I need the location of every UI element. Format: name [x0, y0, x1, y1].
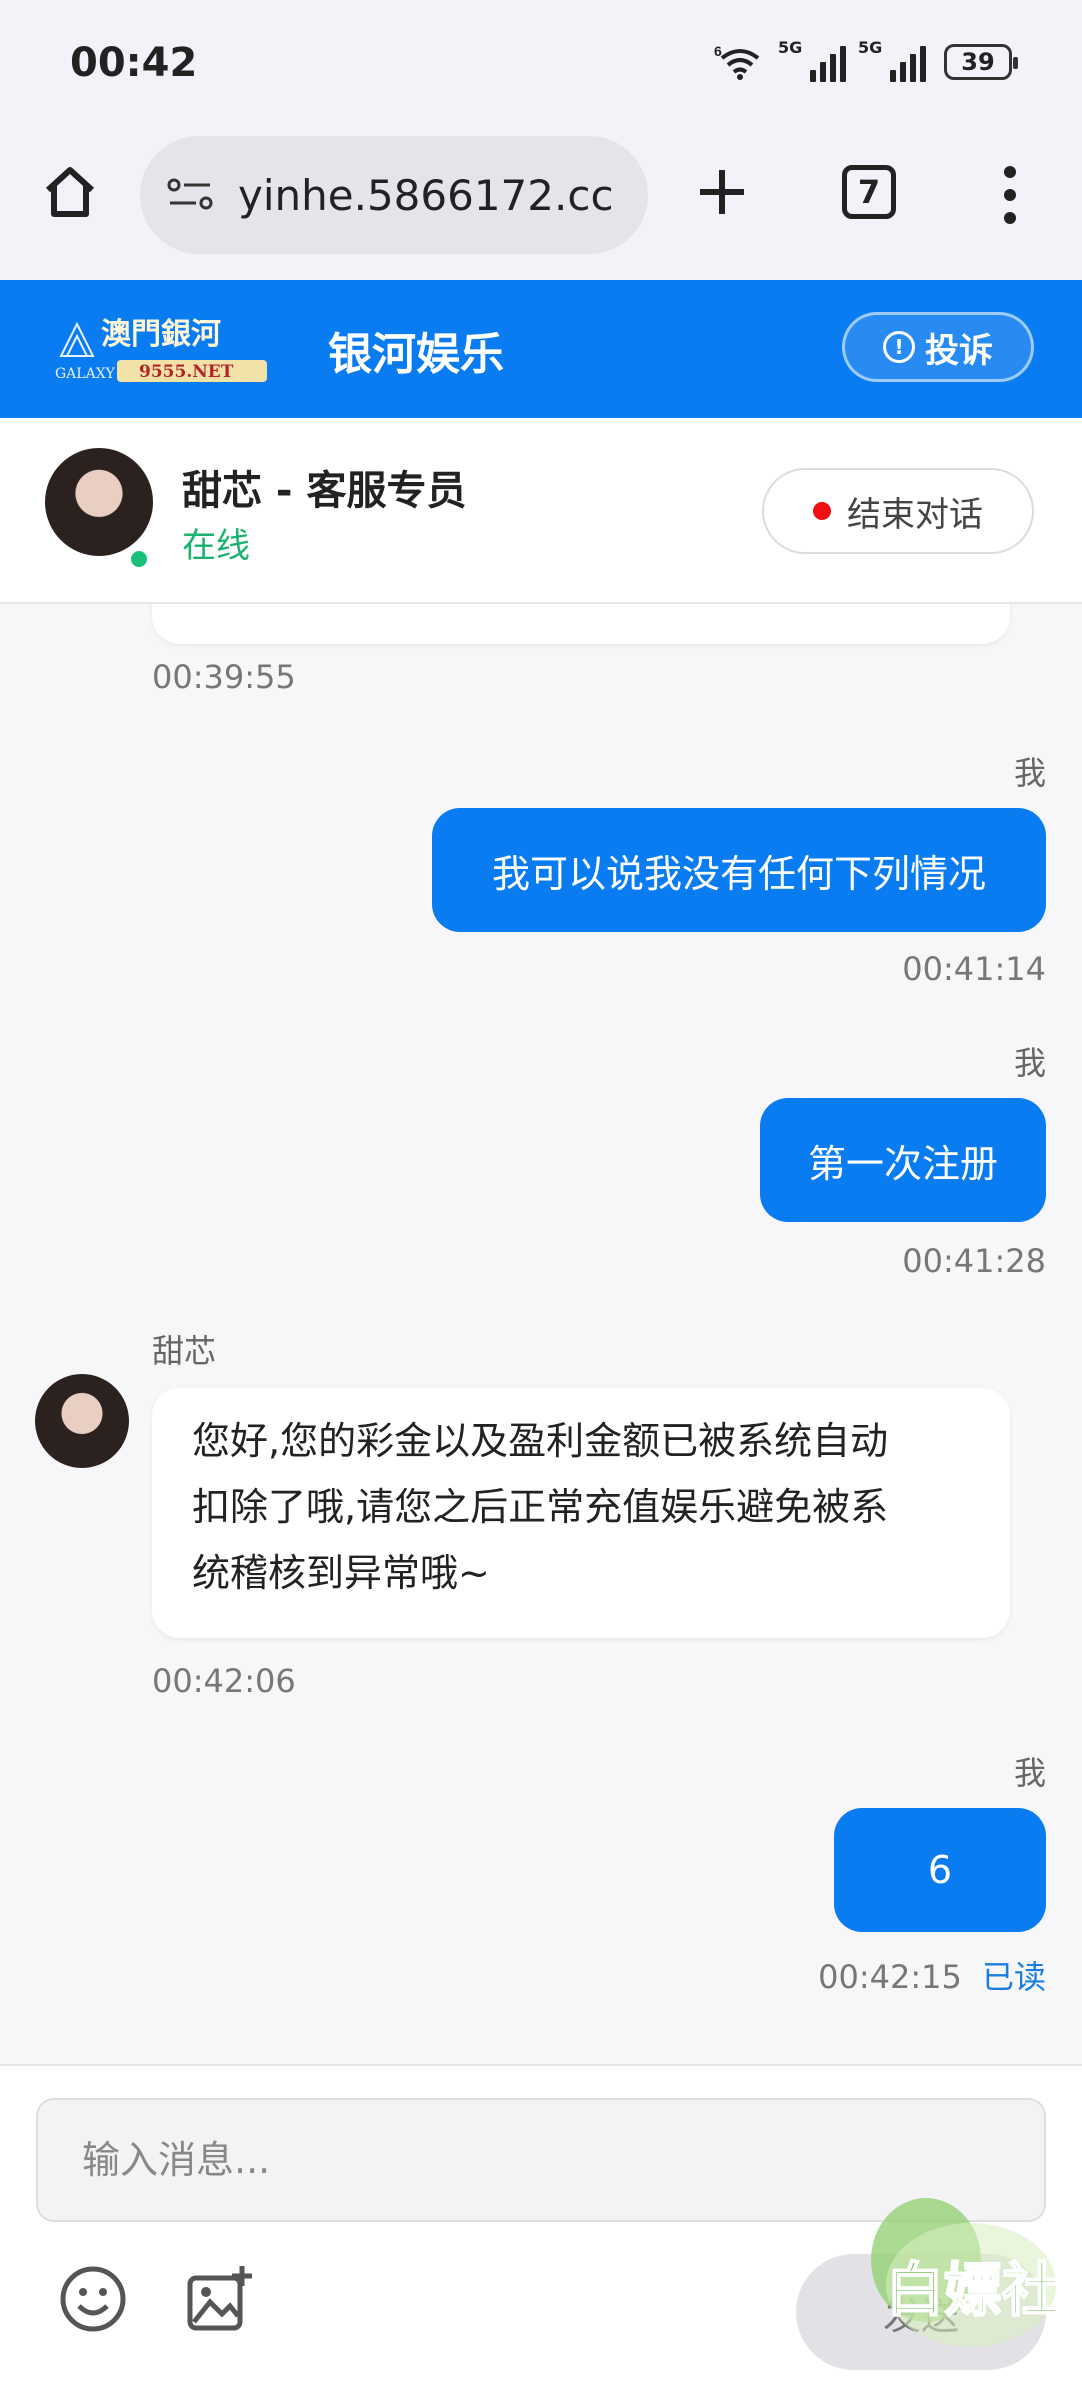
message-line: 您好,您的彩金以及盈利金额已被系统自动 [192, 1419, 889, 1463]
address-bar[interactable]: yinhe.5866172.cc [140, 136, 648, 254]
agent-avatar [45, 448, 153, 556]
message-bubble-agent [152, 604, 1010, 644]
message-sender: 我 [1013, 754, 1046, 792]
status-icons: 6 5G 5G 39 [714, 38, 1018, 82]
red-dot-icon [813, 502, 831, 520]
agent-status: 在线 [182, 526, 250, 566]
online-status-dot [128, 548, 150, 570]
new-tab-icon[interactable] [692, 162, 752, 222]
app-header: 澳門銀河 GALAXY 9555.NET 银河娱乐 ! 投诉 [0, 280, 1082, 418]
message-sender: 甜芯 [152, 1332, 217, 1370]
signal-icon-2: 5G [858, 38, 926, 82]
watermark-text: 白嫖社 [886, 2256, 1060, 2324]
image-upload-icon[interactable] [184, 2264, 254, 2334]
message-sender: 我 [1013, 1044, 1046, 1082]
complain-label: 投诉 [925, 330, 993, 371]
message-time-row: 00:42:15 已读 [818, 1952, 1046, 1998]
agent-name: 甜芯 - 客服专员 [182, 468, 467, 514]
site-settings-icon[interactable] [166, 175, 216, 215]
battery-indicator: 39 [944, 44, 1018, 80]
end-chat-button[interactable]: 结束对话 [762, 468, 1034, 554]
alert-icon: ! [883, 331, 915, 363]
emoji-icon[interactable] [58, 2264, 128, 2334]
message-time: 00:39:55 [152, 658, 296, 696]
message-bubble-me: 第一次注册 [760, 1098, 1046, 1222]
logo-text-url: 9555.NET [139, 362, 234, 382]
read-receipt: 已读 [981, 1958, 1046, 1996]
watermark-logo: 白嫖社 [871, 2198, 1061, 2347]
signal-tag-1: 5G [778, 38, 803, 57]
message-sender: 我 [1013, 1754, 1046, 1792]
tab-switcher-button[interactable]: 7 [842, 165, 896, 219]
status-bar: 00:42 6 5G 5G 39 [0, 0, 1082, 130]
agent-info-bar: 甜芯 - 客服专员 在线 结束对话 [0, 418, 1082, 604]
wifi-tag: 6 [714, 43, 722, 59]
message-time: 00:41:14 [902, 950, 1046, 988]
message-line: 统稽核到异常哦~ [192, 1551, 490, 1595]
browser-toolbar: yinhe.5866172.cc 7 [0, 130, 1082, 280]
logo-text-cn: 澳門銀河 [101, 317, 221, 352]
complain-button[interactable]: ! 投诉 [842, 312, 1034, 382]
home-icon[interactable] [40, 162, 100, 222]
brand-title: 银河娱乐 [328, 329, 504, 380]
signal-tag-2: 5G [858, 38, 883, 57]
logo-text-en: GALAXY [55, 366, 116, 382]
message-bubble-me: 6 [834, 1808, 1046, 1932]
message-bubble-agent: 您好,您的彩金以及盈利金额已被系统自动 扣除了哦,请您之后正常充值娱乐避免被系 … [152, 1388, 1010, 1638]
message-time: 00:42:06 [152, 1662, 296, 1700]
message-line: 扣除了哦,请您之后正常充值娱乐避免被系 [192, 1485, 889, 1529]
status-time: 00:42 [70, 40, 198, 86]
signal-icon-1: 5G [778, 38, 846, 82]
url-text: yinhe.5866172.cc [238, 170, 614, 220]
end-chat-label: 结束对话 [847, 494, 983, 535]
wifi-icon: 6 [714, 43, 760, 80]
message-time: 00:41:28 [902, 1242, 1046, 1280]
message-bubble-me: 我可以说我没有任何下列情况 [432, 808, 1046, 932]
chat-message-list[interactable]: 00:39:55 我 我可以说我没有任何下列情况 00:41:14 我 第一次注… [0, 604, 1082, 2064]
more-menu-icon[interactable] [998, 160, 1022, 230]
agent-avatar-small [35, 1374, 129, 1468]
message-time: 00:42:15 [818, 1958, 962, 1996]
galaxy-logo: 澳門銀河 GALAXY 9555.NET [55, 317, 267, 382]
